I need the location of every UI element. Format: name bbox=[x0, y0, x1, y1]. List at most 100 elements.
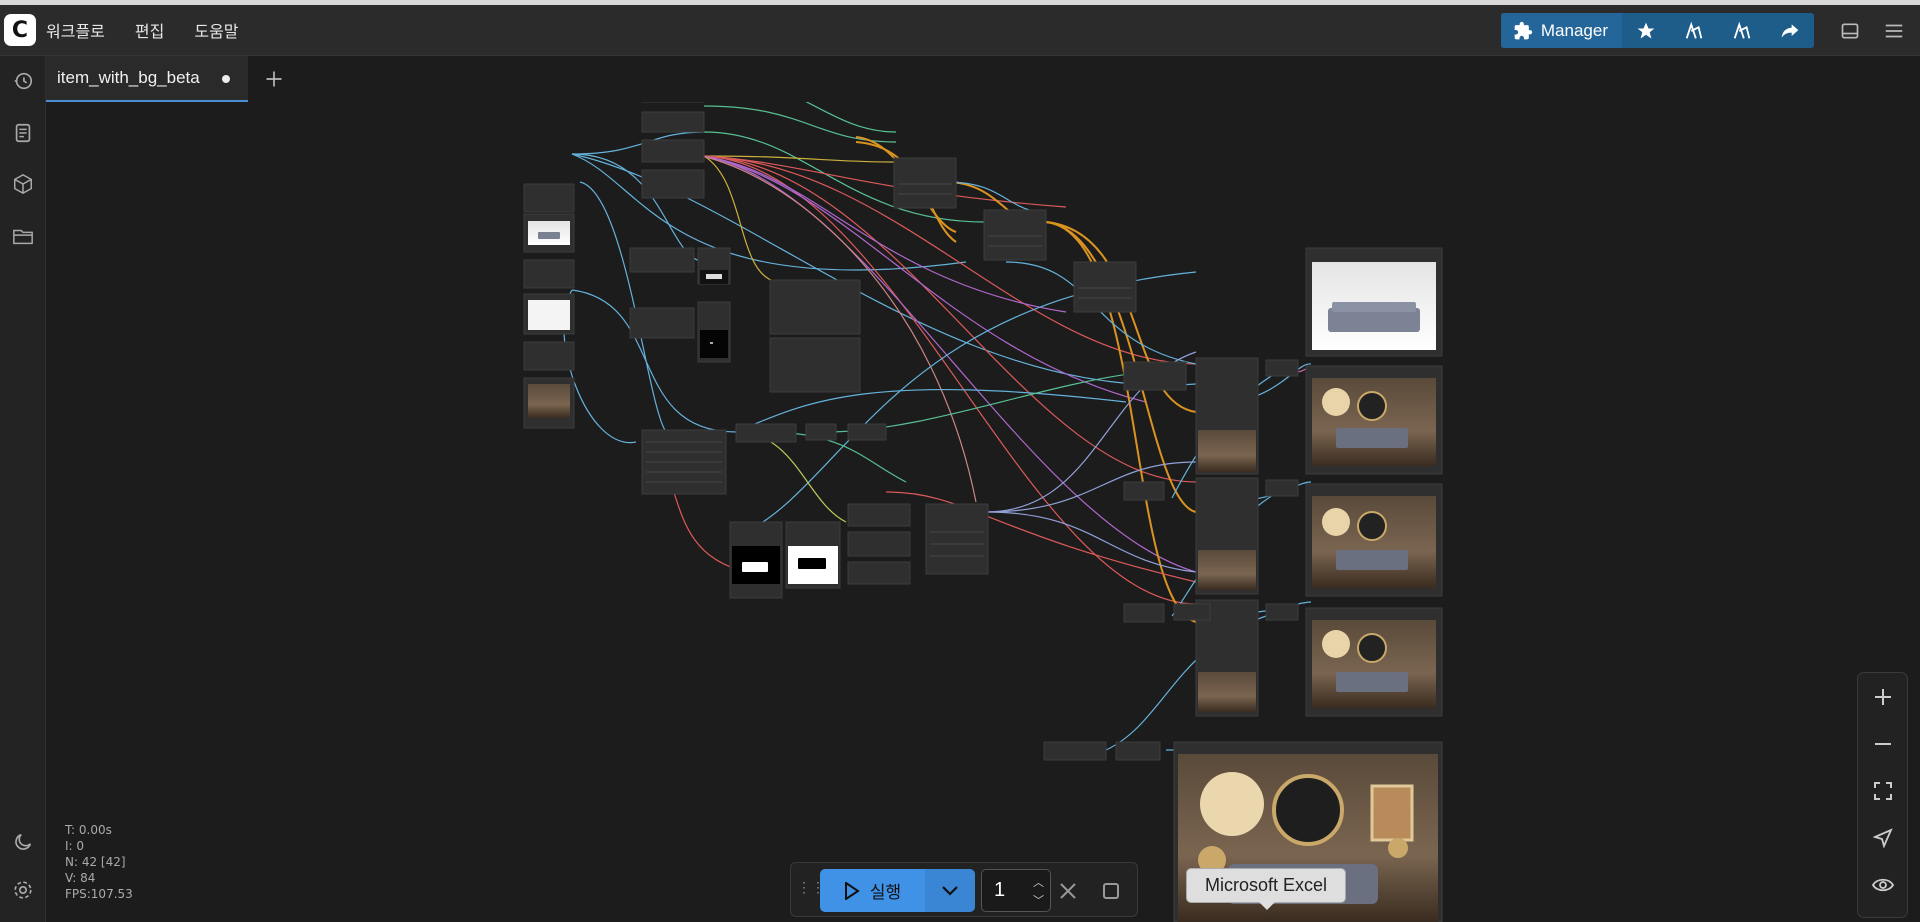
graph-node[interactable] bbox=[847, 503, 911, 527]
share-icon bbox=[1781, 23, 1799, 38]
play-icon bbox=[844, 881, 860, 900]
zoom-out-icon bbox=[1875, 743, 1891, 745]
graph-node[interactable] bbox=[1043, 741, 1107, 761]
stat-nodes: N: 42 [42] bbox=[65, 855, 126, 869]
cancel-run-button[interactable] bbox=[1053, 876, 1083, 906]
graph-node[interactable] bbox=[1265, 479, 1299, 497]
workflows-button[interactable] bbox=[8, 221, 38, 251]
sampler-node[interactable] bbox=[893, 157, 957, 209]
models-button[interactable] bbox=[8, 169, 38, 199]
node-group-outputs bbox=[1043, 247, 1443, 922]
sampler-node[interactable] bbox=[1073, 261, 1137, 313]
locate-button[interactable] bbox=[1868, 823, 1898, 853]
document-button[interactable] bbox=[8, 118, 38, 148]
graph-node[interactable] bbox=[847, 561, 911, 585]
dashboard-alt-button[interactable] bbox=[1718, 13, 1766, 48]
graph-node[interactable] bbox=[641, 111, 705, 133]
dashboard-button[interactable] bbox=[1670, 13, 1718, 48]
puzzle-icon bbox=[1514, 21, 1533, 39]
graph-node[interactable] bbox=[769, 337, 861, 393]
run-button[interactable]: 실행 bbox=[820, 869, 925, 912]
perf-stats: T: 0.00s I: 0 N: 42 [42] V: 84 FPS:107.5… bbox=[65, 822, 133, 902]
manager-label: Manager bbox=[1540, 20, 1608, 40]
graph-node[interactable] bbox=[523, 341, 575, 371]
stat-time: T: 0.00s bbox=[65, 823, 112, 837]
chevron-down-small-icon[interactable]: ﹀ bbox=[1033, 892, 1044, 908]
graph-node[interactable] bbox=[1123, 481, 1165, 501]
graph-node[interactable] bbox=[1265, 359, 1299, 377]
history-icon bbox=[14, 72, 33, 90]
panel-toggle-button[interactable] bbox=[1828, 11, 1872, 51]
graph-node[interactable] bbox=[523, 183, 575, 213]
document-icon bbox=[15, 123, 31, 143]
new-tab-button[interactable] bbox=[260, 65, 288, 93]
stat-fps: FPS:107.53 bbox=[65, 887, 133, 901]
fit-view-icon bbox=[1874, 782, 1892, 800]
theme-toggle-button[interactable] bbox=[8, 827, 38, 857]
folder-icon bbox=[13, 229, 33, 245]
app-logo[interactable]: C bbox=[4, 14, 36, 46]
zoom-controls bbox=[1857, 672, 1908, 918]
run-mode-dropdown[interactable] bbox=[925, 869, 975, 912]
plus-icon bbox=[266, 71, 282, 87]
graph-node[interactable] bbox=[629, 307, 695, 339]
node-graph-canvas[interactable] bbox=[46, 102, 1920, 922]
chevron-down-icon bbox=[942, 885, 958, 896]
graph-node[interactable] bbox=[735, 423, 797, 443]
fit-view-button[interactable] bbox=[1868, 776, 1898, 806]
run-toolbar: ⋮⋮ 실행 1 ︿ ﹀ bbox=[790, 862, 1138, 917]
graph-node[interactable] bbox=[847, 531, 911, 557]
moon-icon bbox=[15, 833, 32, 850]
menu-edit[interactable]: 편집 bbox=[135, 18, 164, 42]
graph-node[interactable] bbox=[847, 423, 887, 441]
graph-node[interactable] bbox=[641, 139, 705, 163]
node-group-samplers bbox=[893, 157, 1137, 313]
stop-icon bbox=[1103, 883, 1119, 899]
zoom-in-icon bbox=[1875, 689, 1891, 705]
top-menubar: C 워크플로 편집 도움말 Manager bbox=[0, 5, 1920, 56]
node-graph[interactable] bbox=[46, 102, 1920, 922]
locate-icon bbox=[1873, 828, 1893, 848]
workflow-tab-label: item_with_bg_beta bbox=[57, 68, 200, 87]
graph-node[interactable] bbox=[1123, 361, 1187, 391]
graph-node[interactable] bbox=[1123, 603, 1165, 623]
graph-node[interactable] bbox=[769, 279, 861, 335]
stat-iterations: I: 0 bbox=[65, 839, 85, 853]
zoom-in-button[interactable] bbox=[1868, 682, 1898, 712]
eye-icon bbox=[1872, 878, 1894, 892]
batch-count-input[interactable]: 1 ︿ ﹀ bbox=[981, 869, 1051, 912]
graph-node[interactable] bbox=[805, 423, 837, 441]
share-button[interactable] bbox=[1766, 13, 1814, 48]
graph-node[interactable] bbox=[925, 503, 989, 575]
settings-button[interactable] bbox=[8, 875, 38, 905]
graph-node[interactable] bbox=[641, 169, 705, 199]
graph-node[interactable] bbox=[629, 247, 695, 273]
workflow-tabbar: item_with_bg_beta bbox=[46, 56, 1920, 102]
dashboard-alt-icon bbox=[1733, 21, 1751, 39]
workflow-tab[interactable]: item_with_bg_beta bbox=[46, 56, 248, 102]
chevron-up-icon[interactable]: ︿ bbox=[1033, 874, 1044, 890]
graph-node[interactable] bbox=[1115, 741, 1161, 761]
hamburger-menu-icon bbox=[1885, 24, 1903, 37]
menu-help[interactable]: 도움말 bbox=[194, 18, 238, 42]
graph-node[interactable] bbox=[523, 259, 575, 289]
settings-icon bbox=[14, 881, 32, 899]
stop-button[interactable] bbox=[1096, 876, 1126, 906]
sampler-node[interactable] bbox=[983, 209, 1047, 261]
toggle-links-button[interactable] bbox=[1868, 870, 1898, 900]
manager-group: Manager bbox=[1500, 13, 1814, 48]
graph-node[interactable] bbox=[1173, 603, 1211, 621]
node-group-inputs bbox=[523, 183, 575, 429]
batch-count-value: 1 bbox=[994, 879, 1006, 901]
graph-node[interactable] bbox=[1265, 603, 1299, 621]
zoom-out-button[interactable] bbox=[1868, 729, 1898, 759]
star-button[interactable] bbox=[1622, 13, 1670, 48]
history-button[interactable] bbox=[8, 66, 38, 96]
main-menu-button[interactable] bbox=[1872, 11, 1916, 51]
menu-workflow[interactable]: 워크플로 bbox=[46, 18, 105, 42]
panel-icon bbox=[1841, 23, 1859, 38]
unsaved-dot-icon[interactable] bbox=[222, 75, 230, 83]
left-sidebar bbox=[0, 56, 46, 922]
manager-button[interactable]: Manager bbox=[1500, 13, 1622, 48]
stat-vertices: V: 84 bbox=[65, 871, 96, 885]
